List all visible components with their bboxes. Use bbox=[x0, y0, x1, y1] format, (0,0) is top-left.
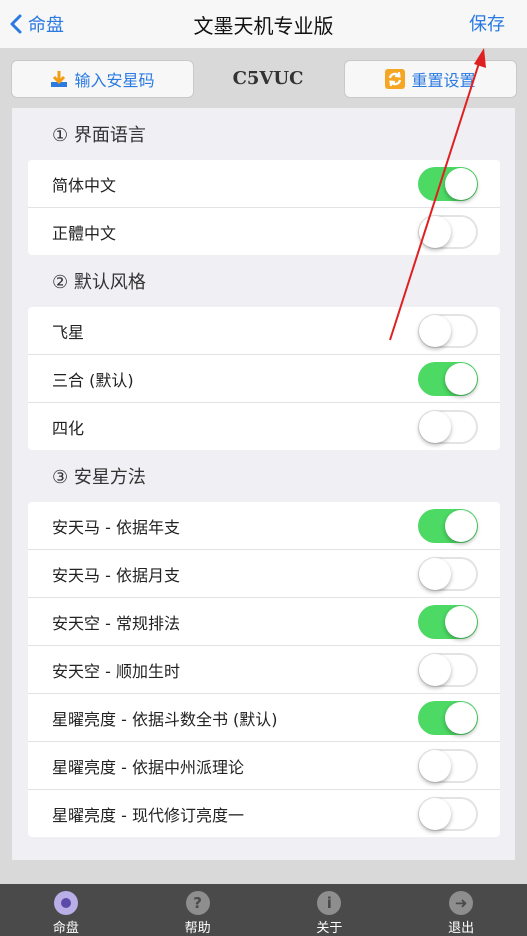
setting-row[interactable]: 三合 (默认) bbox=[28, 355, 500, 403]
setting-row[interactable]: 安天空 - 顺加生时 bbox=[28, 646, 500, 694]
setting-label: 正體中文 bbox=[52, 223, 117, 243]
import-code-label: 输入安星码 bbox=[74, 71, 155, 90]
toggle-knob bbox=[445, 606, 477, 638]
section-title-style: ② 默认风格 bbox=[52, 272, 146, 293]
setting-row[interactable]: 星曜亮度 - 依据中州派理论 bbox=[28, 742, 500, 790]
setting-row[interactable]: 星曜亮度 - 现代修订亮度一 bbox=[28, 790, 500, 837]
setting-label: 星曜亮度 - 依据中州派理论 bbox=[52, 757, 244, 777]
toggle-switch[interactable] bbox=[418, 215, 478, 249]
toggle-switch[interactable] bbox=[418, 362, 478, 396]
toggle-switch[interactable] bbox=[418, 653, 478, 687]
setting-label: 安天马 - 依据月支 bbox=[52, 565, 180, 585]
tab-about[interactable]: i 关于 bbox=[264, 884, 396, 936]
page-title: 文墨天机专业版 bbox=[193, 14, 334, 38]
toolbar: 输入安星码 C5VUC 重置设置 bbox=[0, 48, 527, 106]
settings-group-language: 简体中文 正體中文 bbox=[28, 160, 500, 255]
setting-row[interactable]: 安天空 - 常规排法 bbox=[28, 598, 500, 646]
toggle-switch[interactable] bbox=[418, 797, 478, 831]
toggle-switch[interactable] bbox=[418, 557, 478, 591]
toggle-knob bbox=[445, 168, 477, 200]
tab-exit[interactable]: ➜ 退出 bbox=[395, 884, 527, 936]
tab-label: 命盘 bbox=[52, 921, 79, 936]
toggle-switch[interactable] bbox=[418, 410, 478, 444]
section-title-star-method: ③ 安星方法 bbox=[52, 467, 146, 488]
toggle-switch[interactable] bbox=[418, 167, 478, 201]
setting-label: 飞星 bbox=[52, 322, 85, 342]
reset-settings-button[interactable]: 重置设置 bbox=[344, 60, 517, 98]
exit-icon: ➜ bbox=[449, 891, 474, 915]
help-icon: ? bbox=[185, 891, 210, 915]
setting-label: 安天空 - 顺加生时 bbox=[52, 661, 180, 681]
setting-label: 简体中文 bbox=[52, 175, 117, 195]
toggle-knob bbox=[445, 510, 477, 542]
settings-list[interactable]: ① 界面语言 简体中文 正體中文 ② 默认风格 飞星 三合 (默认) 四化 ③ … bbox=[12, 108, 515, 860]
toggle-switch[interactable] bbox=[418, 509, 478, 543]
save-button[interactable]: 保存 bbox=[469, 10, 505, 36]
toggle-switch[interactable] bbox=[418, 701, 478, 735]
refresh-icon bbox=[385, 69, 406, 89]
toggle-knob bbox=[419, 654, 451, 686]
toggle-switch[interactable] bbox=[418, 605, 478, 639]
download-icon bbox=[50, 70, 68, 88]
setting-row[interactable]: 简体中文 bbox=[28, 160, 500, 208]
setting-label: 四化 bbox=[52, 418, 85, 438]
toggle-knob bbox=[419, 750, 451, 782]
nav-bar: 命盘 文墨天机专业版 保存 bbox=[0, 0, 527, 49]
toggle-knob bbox=[419, 558, 451, 590]
toggle-knob bbox=[419, 411, 451, 443]
settings-group-star-method: 安天马 - 依据年支 安天马 - 依据月支 安天空 - 常规排法 安天空 - 顺… bbox=[28, 502, 500, 837]
setting-label: 星曜亮度 - 依据斗数全书 (默认) bbox=[52, 709, 278, 729]
setting-row[interactable]: 安天马 - 依据月支 bbox=[28, 550, 500, 598]
toggle-knob bbox=[419, 798, 451, 830]
import-code-button[interactable]: 输入安星码 bbox=[11, 60, 194, 98]
toggle-knob bbox=[445, 363, 477, 395]
setting-row[interactable]: 星曜亮度 - 依据斗数全书 (默认) bbox=[28, 694, 500, 742]
setting-label: 安天空 - 常规排法 bbox=[52, 613, 180, 633]
settings-group-style: 飞星 三合 (默认) 四化 bbox=[28, 307, 500, 450]
tab-label: 退出 bbox=[448, 921, 475, 936]
setting-row[interactable]: 安天马 - 依据年支 bbox=[28, 502, 500, 550]
setting-row[interactable]: 飞星 bbox=[28, 307, 500, 355]
setting-label: 安天马 - 依据年支 bbox=[52, 517, 180, 537]
tab-chart[interactable]: 命盘 bbox=[0, 884, 132, 936]
toggle-knob bbox=[445, 702, 477, 734]
reset-settings-label: 重置设置 bbox=[411, 71, 476, 90]
toggle-switch[interactable] bbox=[418, 314, 478, 348]
tab-label: 帮助 bbox=[184, 921, 211, 936]
toggle-knob bbox=[419, 315, 451, 347]
setting-label: 星曜亮度 - 现代修订亮度一 bbox=[52, 805, 244, 825]
toggle-knob bbox=[419, 216, 451, 248]
setting-row[interactable]: 四化 bbox=[28, 403, 500, 450]
chart-disc-icon bbox=[53, 891, 78, 915]
toggle-switch[interactable] bbox=[418, 749, 478, 783]
tab-label: 关于 bbox=[316, 921, 343, 936]
setting-row[interactable]: 正體中文 bbox=[28, 208, 500, 255]
info-icon: i bbox=[317, 891, 342, 915]
tab-help[interactable]: ? 帮助 bbox=[132, 884, 264, 936]
section-title-language: ① 界面语言 bbox=[52, 125, 146, 146]
setting-label: 三合 (默认) bbox=[52, 370, 134, 390]
tab-bar: 命盘 ? 帮助 i 关于 ➜ 退出 bbox=[0, 884, 527, 936]
star-code: C5VUC bbox=[232, 68, 304, 89]
